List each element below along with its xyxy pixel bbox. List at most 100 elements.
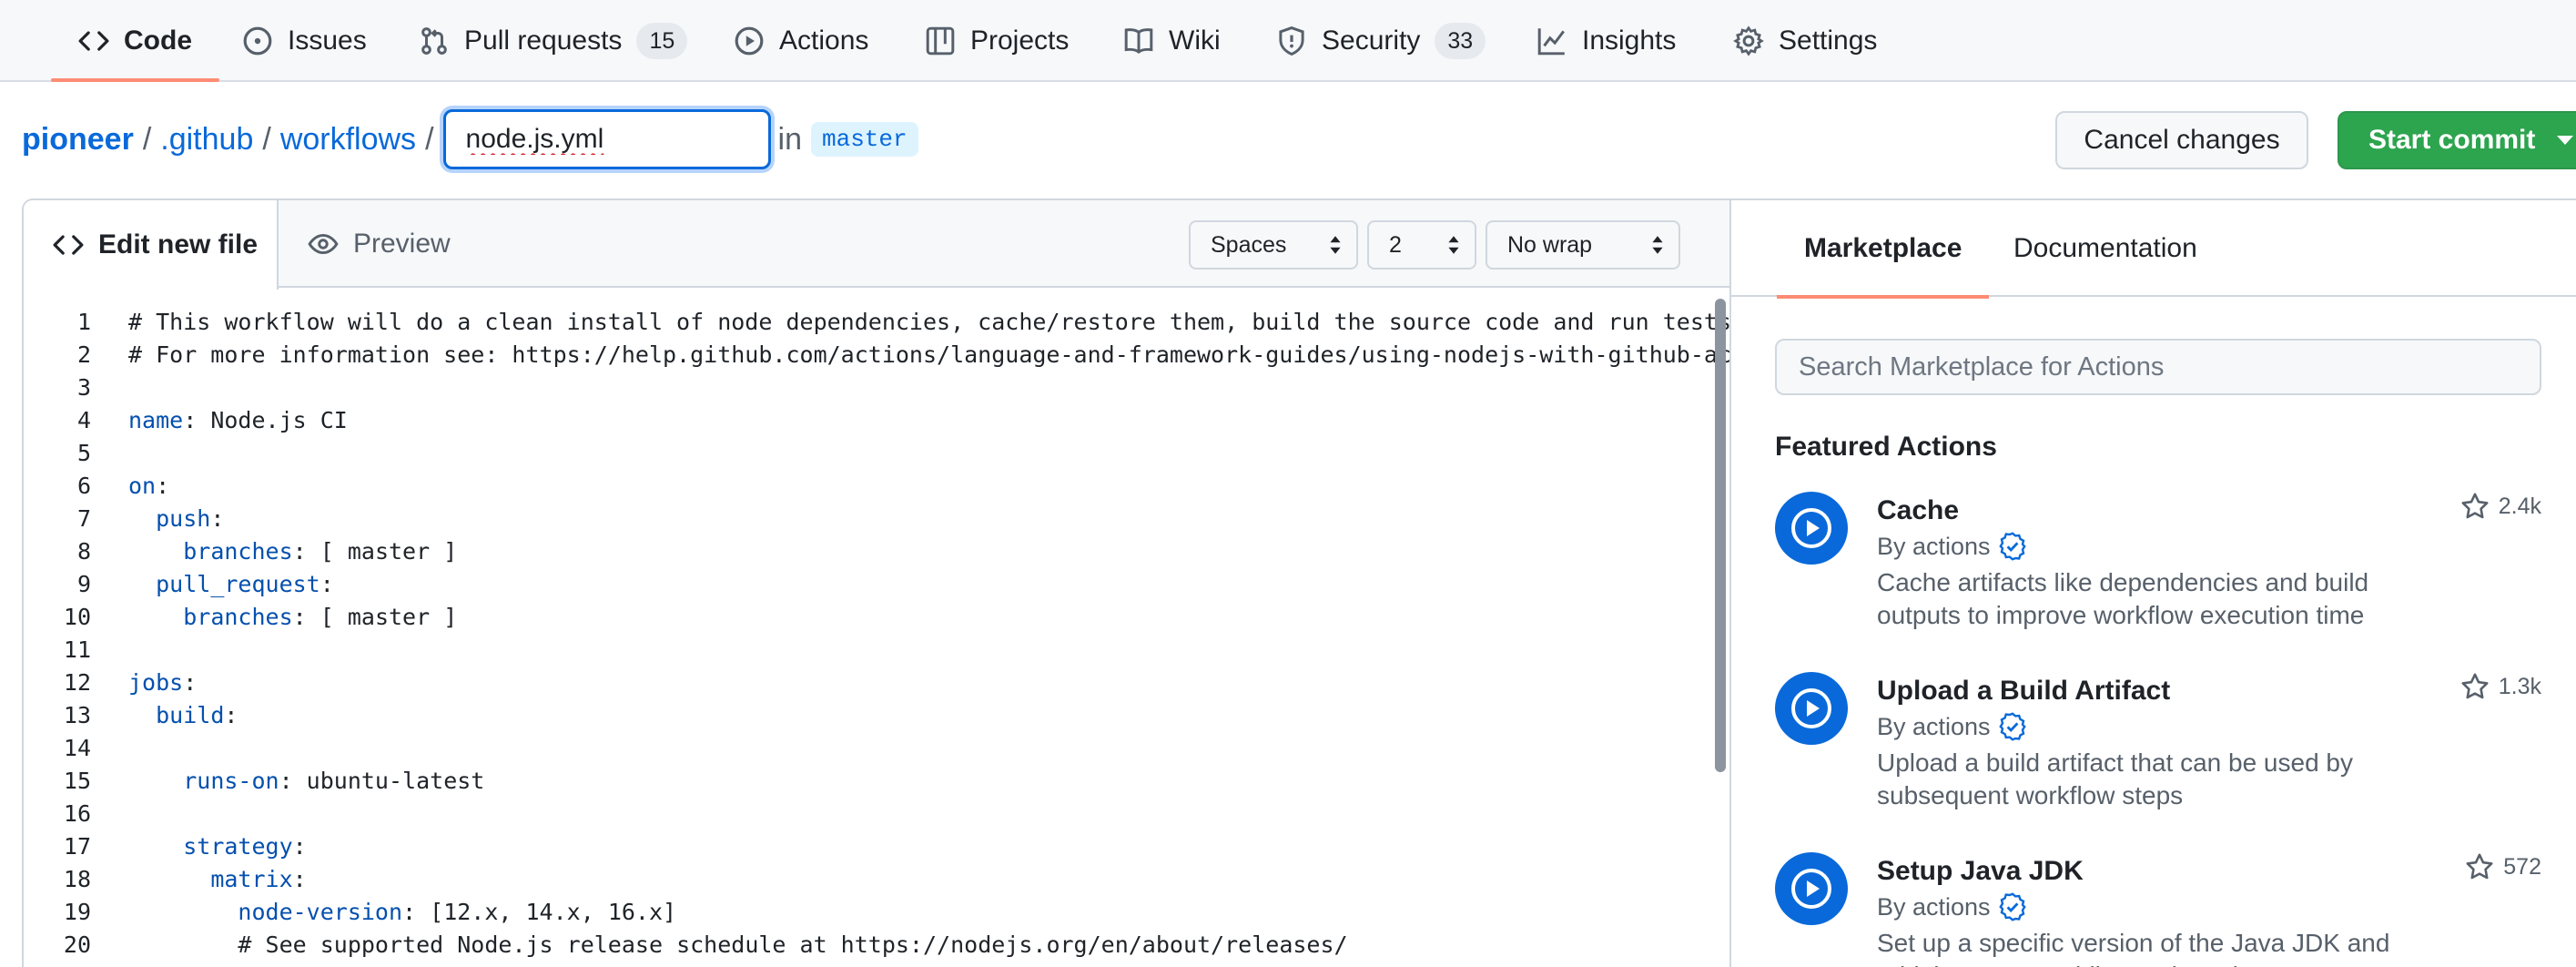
filename-input[interactable] [442, 109, 771, 169]
verified-icon [1998, 892, 2026, 921]
line-number: 18 [63, 866, 91, 892]
action-stars: 2.4k [2460, 492, 2541, 521]
action-name[interactable]: Cache [1877, 495, 1959, 526]
line-number: 5 [76, 440, 91, 466]
tab-label: Preview [353, 229, 451, 259]
nav-issues[interactable]: Issues [242, 0, 367, 82]
start-commit-button[interactable]: Start commit [2338, 111, 2576, 169]
code-line: 9 pull_request: [24, 568, 1731, 601]
nav-actions[interactable]: Actions [734, 0, 868, 82]
nav-label: Actions [779, 25, 869, 56]
yaml-key: build [156, 702, 225, 728]
tab-label: Edit new file [98, 229, 259, 260]
nav-label: Code [124, 25, 192, 56]
tab-preview[interactable]: Preview [308, 200, 451, 288]
line-number: 10 [63, 604, 91, 630]
yaml-key: jobs [128, 669, 184, 696]
action-name[interactable]: Upload a Build Artifact [1877, 676, 2170, 707]
code-line: 17 strategy: [24, 830, 1731, 863]
featured-actions-heading: Featured Actions [1775, 432, 1997, 462]
code-text: # See supported Node.js release schedule… [128, 929, 1348, 962]
code-value: # See supported Node.js release schedule… [238, 931, 1348, 958]
breadcrumb-workflows-dir-link[interactable]: workflows [280, 122, 416, 158]
breadcrumb-github-dir-link[interactable]: .github [160, 122, 253, 158]
code-line: 8 branches: [ master ] [24, 535, 1731, 568]
nav-settings[interactable]: Settings [1733, 0, 1877, 82]
code-line: 11 [24, 634, 1731, 667]
security-count-badge: 33 [1435, 23, 1486, 59]
action-card[interactable]: Setup Java JDK By actions Set up a specifi… [1775, 852, 2541, 967]
line-number: 1 [76, 309, 91, 335]
nav-pull-requests[interactable]: Pull requests 15 [419, 0, 688, 82]
table-icon [925, 25, 956, 56]
editor-scrollbar[interactable] [1715, 299, 1726, 772]
select-arrows-icon [1448, 236, 1459, 254]
code-text: push: [128, 503, 224, 535]
nav-code[interactable]: Code [51, 0, 219, 82]
action-star-count: 1.3k [2498, 673, 2541, 699]
action-author: By actions [1877, 532, 2027, 561]
code-line: 10 branches: [ master ] [24, 601, 1731, 634]
yaml-key: branches [183, 538, 293, 565]
line-number: 7 [76, 505, 91, 532]
code-text: # For more information see: https://help… [128, 339, 1731, 372]
play-icon [734, 25, 765, 56]
wrap-mode-select[interactable]: No wrap [1486, 220, 1680, 270]
code-line: 14 [24, 732, 1731, 765]
action-card[interactable]: Cache By actions Cache artifacts like depe… [1775, 492, 2541, 646]
select-arrows-icon [1330, 236, 1341, 254]
code-line: 2 # For more information see: https://hel… [24, 339, 1731, 372]
code-line: 16 [24, 798, 1731, 830]
code-value: : [224, 702, 238, 728]
code-text: strategy: [128, 830, 306, 863]
line-number: 12 [63, 669, 91, 696]
action-card[interactable]: Upload a Build Artifact By actions Upload … [1775, 672, 2541, 827]
file-editor: Edit new file Preview Spaces 2 No wrap 1… [22, 198, 1731, 967]
breadcrumb-owner-link[interactable]: pioneer [22, 122, 134, 158]
nav-security[interactable]: Security 33 [1276, 0, 1486, 82]
yaml-key: name [128, 407, 184, 433]
breadcrumb-separator: / [425, 121, 434, 157]
line-number: 8 [76, 538, 91, 565]
breadcrumb-separator: / [262, 121, 271, 157]
nav-wiki[interactable]: Wiki [1123, 0, 1221, 82]
code-editor-area[interactable]: 1 # This workflow will do a clean install… [24, 306, 1731, 967]
nav-label: Security [1322, 25, 1421, 56]
code-line: 20 # See supported Node.js release sched… [24, 929, 1731, 962]
play-icon [1775, 492, 1848, 565]
action-author-label: By actions [1877, 892, 1991, 921]
editor-toolbar: Edit new file Preview Spaces 2 No wrap [24, 200, 1731, 290]
indent-size-value: 2 [1389, 231, 1402, 258]
breadcrumb-separator: / [142, 121, 152, 157]
cancel-changes-button[interactable]: Cancel changes [2055, 111, 2308, 169]
line-number: 4 [76, 407, 91, 433]
code-line: 6 on: [24, 470, 1731, 503]
code-value: : [210, 505, 225, 532]
code-value: # For more information see: https://help… [128, 341, 1731, 368]
nav-label: Settings [1779, 25, 1878, 56]
play-icon [1775, 672, 1848, 745]
indent-mode-select[interactable]: Spaces [1189, 220, 1358, 270]
line-number: 2 [76, 341, 91, 368]
tab-edit-new-file[interactable]: Edit new file [24, 200, 279, 290]
action-description: Cache artifacts like dependencies and bu… [1877, 568, 2369, 629]
marketplace-search-input[interactable] [1775, 339, 2541, 395]
star-icon [2466, 853, 2493, 880]
issue-opened-icon [242, 25, 273, 56]
action-name[interactable]: Setup Java JDK [1877, 856, 2084, 887]
action-author-label: By actions [1877, 532, 1991, 560]
code-text: branches: [ master ] [128, 601, 457, 634]
code-value: : Node.js CI [183, 407, 348, 433]
code-text: build: [128, 699, 238, 732]
line-number: 19 [63, 899, 91, 925]
nav-projects[interactable]: Projects [925, 0, 1069, 82]
yaml-key: strategy [183, 833, 293, 860]
indent-size-select[interactable]: 2 [1367, 220, 1476, 270]
graph-icon [1536, 25, 1567, 56]
tab-marketplace[interactable]: Marketplace [1776, 200, 1990, 299]
nav-insights[interactable]: Insights [1536, 0, 1676, 82]
line-number: 15 [63, 768, 91, 794]
wrap-mode-value: No wrap [1507, 231, 1593, 258]
tab-documentation[interactable]: Documentation [2013, 200, 2197, 297]
code-line: 15 runs-on: ubuntu-latest [24, 765, 1731, 798]
